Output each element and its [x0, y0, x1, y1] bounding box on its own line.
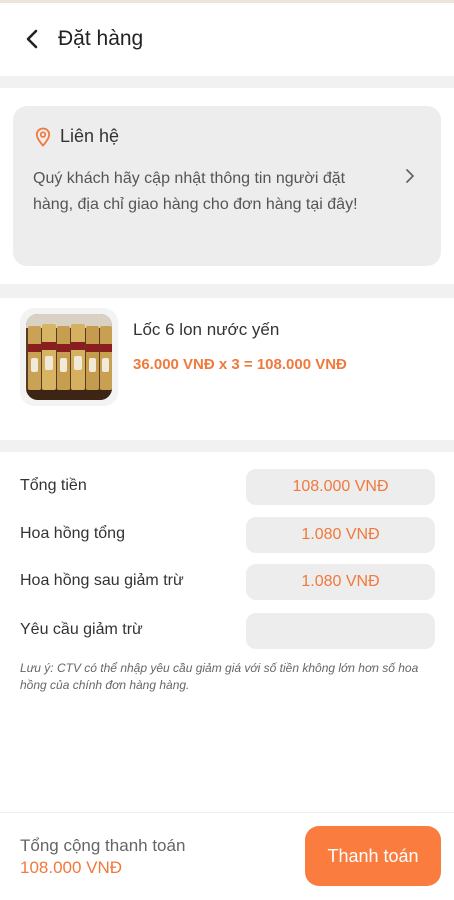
section-divider — [0, 76, 454, 88]
commission-after-deduction-value: 1.080 VNĐ — [246, 564, 435, 600]
product-item: Lốc 6 lon nước yến 36.000 VNĐ x 3 = 108.… — [0, 300, 454, 440]
total-amount-value: 108.000 VNĐ — [246, 469, 435, 505]
product-thumbnail — [20, 308, 118, 406]
summary-row-commission: Hoa hồng tổng 1.080 VNĐ — [0, 517, 454, 553]
contact-card[interactable]: Liên hệ Quý khách hãy cập nhật thông tin… — [13, 106, 441, 266]
app-header: Đặt hàng — [0, 3, 454, 75]
row-label: Hoa hồng sau giảm trừ — [20, 572, 184, 589]
location-pin-icon — [35, 127, 51, 147]
back-button[interactable] — [12, 19, 52, 59]
contact-title: Liên hệ — [60, 126, 120, 146]
summary-row-deduction-request: Yêu cầu giảm trừ — [0, 613, 454, 649]
chevron-right-icon — [406, 169, 414, 183]
contact-header: Liên hệ — [35, 126, 119, 147]
contact-description: Quý khách hãy cập nhật thông tin người đ… — [33, 170, 358, 213]
summary-row-total: Tổng tiền 108.000 VNĐ — [0, 469, 454, 505]
section-divider — [0, 440, 454, 452]
row-label: Hoa hồng tổng — [20, 525, 125, 542]
section-divider — [0, 284, 454, 298]
pay-button[interactable]: Thanh toán — [305, 826, 441, 886]
deduction-request-input[interactable] — [246, 613, 435, 649]
product-name: Lốc 6 lon nước yến — [133, 320, 280, 339]
chevron-left-icon — [26, 29, 38, 49]
grand-total-value: 108.000 VNĐ — [20, 858, 123, 877]
commission-value: 1.080 VNĐ — [246, 517, 435, 553]
footer-divider — [0, 812, 454, 813]
row-label: Tổng tiền — [20, 477, 87, 494]
product-image — [26, 314, 112, 400]
grand-total-label: Tổng cộng thanh toán — [20, 836, 186, 855]
deduction-note: Lưu ý: CTV có thể nhập yêu cầu giảm giá … — [20, 661, 419, 692]
page-title: Đặt hàng — [58, 27, 144, 50]
summary-row-commission-after: Hoa hồng sau giảm trừ 1.080 VNĐ — [0, 564, 454, 600]
row-label: Yêu cầu giảm trừ — [20, 621, 143, 638]
product-price-line: 36.000 VNĐ x 3 = 108.000 VNĐ — [133, 356, 347, 373]
